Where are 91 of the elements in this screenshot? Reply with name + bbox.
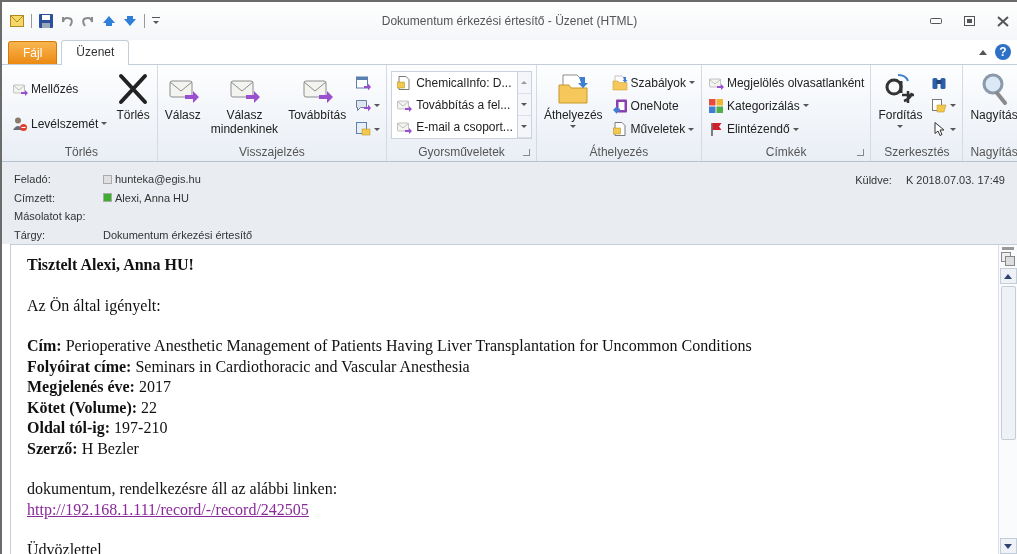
quick-step-item[interactable]: ChemicalInfo: D... <box>396 75 513 91</box>
ribbon-button[interactable]: Szabályok <box>609 72 697 93</box>
caret-icon <box>688 81 695 85</box>
view-toggle-icon[interactable] <box>1001 252 1015 266</box>
greeting-text: Tisztelt Alexi, Anna HU! <box>27 255 194 275</box>
note-icon <box>355 121 372 138</box>
ribbon-button[interactable]: Áthelyezés <box>540 69 606 143</box>
arrow-up-icon[interactable] <box>102 15 116 27</box>
ribbon-button[interactable]: Megjelölés olvasatlanként <box>705 72 867 93</box>
ribbon-button[interactable]: Kategorizálás <box>705 96 867 116</box>
scroll-up-button[interactable] <box>999 268 1017 284</box>
document-icon <box>396 75 413 91</box>
field-value: hunteka@egis.hu <box>115 173 201 186</box>
arrow-down-icon[interactable] <box>123 15 137 27</box>
group-label: Törlés <box>64 145 99 159</box>
ribbon-button[interactable]: Törlés <box>113 69 153 143</box>
envelope-icon[interactable] <box>10 15 24 27</box>
ribbon-tab[interactable]: Üzenet <box>61 40 130 65</box>
body-text: dokumentum, rendelkezésre áll az alábbi linken: <box>27 479 338 499</box>
field-label: Tárgy: <box>14 228 47 241</box>
clipboard-icon <box>931 98 948 114</box>
ribbon-button[interactable]: Fordítás <box>875 69 926 143</box>
ribbon-button[interactable]: Válasz mindenkinek <box>207 69 282 143</box>
ribbon-button[interactable]: Nagyítás <box>967 69 1017 143</box>
undo-icon[interactable] <box>60 14 74 28</box>
envelope-icon <box>396 97 413 113</box>
caret-icon <box>101 122 108 125</box>
body-text: Kötet (Volume): 22 <box>27 397 158 418</box>
caret-icon <box>374 104 381 108</box>
field-value: Dokumentum érkezési értesítő <box>103 228 253 241</box>
caret-icon <box>802 104 809 108</box>
customize-caret-icon[interactable] <box>152 16 160 26</box>
quick-step-item[interactable]: E-mail a csoport... <box>396 119 513 135</box>
record-link[interactable]: http://192.168.1.111/record/-/record/242505 <box>27 500 309 518</box>
person-icon <box>12 115 28 132</box>
group-label: Visszajelzés <box>239 145 305 159</box>
ribbon-button[interactable]: Műveletek <box>609 119 697 140</box>
body-text: Szerző: H Bezler <box>27 438 139 459</box>
document-icon <box>611 121 628 138</box>
notebook-icon <box>611 98 628 114</box>
group-label: Gyorsműveletek <box>418 145 505 159</box>
redo-icon[interactable] <box>81 14 95 28</box>
save-icon[interactable] <box>39 14 53 28</box>
body-text: Megjelenés éve: 2017 <box>27 377 171 398</box>
folder-icon <box>611 74 628 91</box>
body-text: Folyóirat címe: Seminars in Cardiothoracic and Vascular Anesthesia <box>27 356 470 377</box>
field-label: Feladó: <box>14 173 52 186</box>
caret-icon <box>570 125 577 128</box>
translate-icon <box>884 73 917 105</box>
close-icon[interactable] <box>997 15 1009 27</box>
body-text: Cím: Perioperative Anesthetic Management of Patients Having Liver Transplantation for Uncommon Conditions <box>27 336 752 357</box>
caret-icon <box>897 125 904 128</box>
ribbon-button[interactable]: Továbbítás <box>285 69 350 143</box>
restore-icon[interactable] <box>964 16 975 26</box>
folder-icon <box>557 73 590 105</box>
caret-icon <box>950 127 957 131</box>
caret-icon <box>950 104 957 108</box>
envelope-icon <box>396 119 413 135</box>
ribbon-button[interactable]: Válasz <box>161 69 204 143</box>
dialog-launcher-icon[interactable] <box>857 149 865 156</box>
body-text: Az Ön által igényelt: <box>27 295 161 316</box>
body-text: Oldal tól-ig: 197-210 <box>27 418 168 439</box>
chat-icon <box>355 98 372 114</box>
group-label: Nagyítás <box>970 145 1017 159</box>
scroll-down-button[interactable] <box>999 538 1017 554</box>
caret-icon <box>792 127 799 131</box>
window-title: Dokumentum érkezési értesítő - Üzenet (HTML) <box>381 14 638 28</box>
more-button[interactable] <box>517 116 531 138</box>
group-label: Címkék <box>765 145 807 159</box>
scroll-thumb[interactable] <box>1000 286 1016 440</box>
caret-icon <box>688 127 695 131</box>
collapse-ribbon-icon[interactable] <box>979 49 987 55</box>
squares-icon <box>707 98 724 114</box>
dialog-launcher-icon[interactable] <box>522 149 530 156</box>
caret-icon <box>374 127 381 131</box>
ribbon-button[interactable]: Mellőzés <box>10 78 110 99</box>
ribbon-button[interactable]: Levélszemét <box>10 113 110 134</box>
field-value: Alexi, Anna HU <box>115 191 189 204</box>
field-label: Másolatot kap: <box>14 210 87 223</box>
quick-step-item[interactable]: Továbbítás a fel... <box>396 97 513 113</box>
ribbon-button[interactable]: OneNote <box>609 96 697 116</box>
ribbon-button[interactable]: Elintézendő <box>705 119 867 140</box>
minimize-icon[interactable] <box>930 18 942 24</box>
cross-icon <box>117 73 150 105</box>
group-label: Szerkesztés <box>884 145 950 159</box>
calendar-icon <box>355 74 372 91</box>
sent-label: Küldve: <box>855 173 892 186</box>
sent-date: K 2018.07.03. 17:49 <box>905 173 1005 186</box>
help-button[interactable]: ? <box>995 44 1011 60</box>
group-label: Áthelyezés <box>589 145 649 159</box>
field-label: Címzett: <box>14 191 56 204</box>
